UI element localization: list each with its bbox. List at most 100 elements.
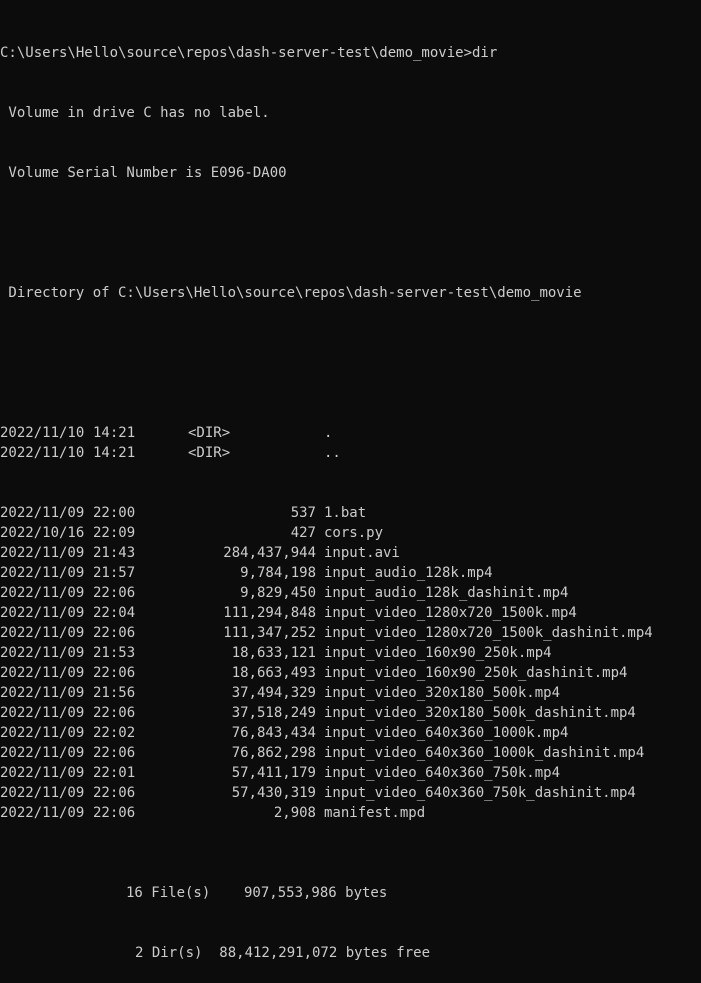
- entry-date: 2022/11/09: [0, 645, 85, 661]
- entry-date: 2022/11/09: [0, 685, 85, 701]
- entry-name: input_video_320x180_500k_dashinit.mp4: [324, 705, 636, 721]
- entry-date: 2022/11/09: [0, 785, 85, 801]
- entry-name: input_video_1280x720_1500k.mp4: [324, 605, 577, 621]
- entry-size: 111,347,252: [223, 625, 316, 641]
- entry-time: 14:21: [93, 445, 136, 461]
- entry-name: input_video_160x90_250k.mp4: [324, 645, 552, 661]
- entry-time: 21:43: [93, 545, 136, 561]
- entry-size: 427: [290, 525, 316, 541]
- entry-name: input_video_640x360_750k_dashinit.mp4: [324, 785, 636, 801]
- entry-time: 21:57: [93, 565, 136, 581]
- entry-time: 22:09: [93, 525, 136, 541]
- summary-dirs: 2 Dir(s) 88,412,291,072 bytes free: [135, 945, 431, 961]
- entry-date: 2022/11/09: [0, 505, 85, 521]
- entry-time: 22:01: [93, 765, 136, 781]
- entry-name: input_audio_128k.mp4: [324, 565, 493, 581]
- entry-time: 14:21: [93, 425, 136, 441]
- entry-size: 76,862,298: [231, 745, 316, 761]
- entry-dir-tag: <DIR>: [188, 445, 231, 461]
- summary-files: 16 File(s) 907,553,986 bytes: [126, 885, 388, 901]
- entry-name: input_audio_128k_dashinit.mp4: [324, 585, 569, 601]
- entry-name: cors.py: [324, 525, 384, 541]
- volume-label-line: Volume in drive C has no label.: [0, 105, 270, 121]
- entry-size: 37,494,329: [231, 685, 316, 701]
- entry-time: 22:06: [93, 625, 136, 641]
- entry-size: 537: [290, 505, 316, 521]
- file-entry-row: 2022/11/09 22:01 57,411,179 input_video_640…: [0, 763, 701, 783]
- entry-date: 2022/11/09: [0, 585, 85, 601]
- entry-date: 2022/10/16: [0, 525, 85, 541]
- entry-date: 2022/11/09: [0, 765, 85, 781]
- dir-entry-row: 2022/11/10 14:21 <DIR>..: [0, 443, 701, 463]
- entry-time: 22:06: [93, 705, 136, 721]
- entry-date: 2022/11/09: [0, 545, 85, 561]
- entry-size: 9,784,198: [240, 565, 316, 581]
- entry-name: ..: [324, 445, 341, 461]
- entry-size: 57,430,319: [231, 785, 316, 801]
- entry-size: 18,663,493: [231, 665, 316, 681]
- entry-size: 37,518,249: [231, 705, 316, 721]
- entry-time: 21:56: [93, 685, 136, 701]
- dir-entry-list: 2022/11/10 14:21 <DIR>. 2022/11/10 14:21 <DIR…: [0, 423, 701, 463]
- entry-date: 2022/11/10: [0, 425, 85, 441]
- entry-time: 22:06: [93, 585, 136, 601]
- file-entry-row: 2022/11/09 22:06 9,829,450 input_audio_128k…: [0, 583, 701, 603]
- command-prompt-line: C:\Users\Hello\source\repos\dash-server-…: [0, 45, 498, 61]
- entry-date: 2022/11/09: [0, 625, 85, 641]
- file-entry-row: 2022/11/09 21:56 37,494,329 input_video_320…: [0, 683, 701, 703]
- file-entry-row: 2022/11/09 22:06 111,347,252 input_video_12…: [0, 623, 701, 643]
- file-entry-row: 2022/11/09 21:57 9,784,198 input_audio_128k…: [0, 563, 701, 583]
- entry-name: .: [324, 425, 333, 441]
- entry-time: 22:06: [93, 745, 136, 761]
- entry-name: input_video_160x90_250k_dashinit.mp4: [324, 665, 628, 681]
- entry-size: 2,908: [273, 805, 316, 821]
- file-entry-row: 2022/11/09 22:06 18,663,493 input_video_160…: [0, 663, 701, 683]
- volume-serial-line: Volume Serial Number is E096-DA00: [0, 165, 287, 181]
- entry-date: 2022/11/09: [0, 605, 85, 621]
- entry-time: 22:06: [93, 665, 136, 681]
- entry-name: input.avi: [324, 545, 400, 561]
- entry-size: 9,829,450: [240, 585, 316, 601]
- entry-time: 22:06: [93, 785, 136, 801]
- entry-date: 2022/11/09: [0, 745, 85, 761]
- entry-name: 1.bat: [324, 505, 367, 521]
- console-output[interactable]: C:\Users\Hello\source\repos\dash-server-…: [0, 3, 701, 983]
- entry-name: input_video_640x360_750k.mp4: [324, 765, 561, 781]
- entry-name: manifest.mpd: [324, 805, 426, 821]
- entry-date: 2022/11/09: [0, 665, 85, 681]
- entry-size: 111,294,848: [223, 605, 316, 621]
- entry-date: 2022/11/09: [0, 725, 85, 741]
- dir-entry-row: 2022/11/10 14:21 <DIR>.: [0, 423, 701, 443]
- entry-time: 21:53: [93, 645, 136, 661]
- entry-date: 2022/11/09: [0, 705, 85, 721]
- summary-dirs-line: 2 Dir(s) 88,412,291,072 bytes free: [0, 943, 701, 963]
- entry-date: 2022/11/09: [0, 565, 85, 581]
- file-entry-row: 2022/11/09 22:02 76,843,434 input_video_640…: [0, 723, 701, 743]
- file-entry-row: 2022/11/09 21:53 18,633,121 input_video_160…: [0, 643, 701, 663]
- file-entry-row: 2022/11/09 22:06 76,862,298 input_video_640…: [0, 743, 701, 763]
- entry-size: 284,437,944: [223, 545, 316, 561]
- file-entry-row: 2022/11/09 22:06 37,518,249 input_video_320…: [0, 703, 701, 723]
- file-entry-row: 2022/11/09 22:06 57,430,319 input_video_640…: [0, 783, 701, 803]
- entry-name: input_video_320x180_500k.mp4: [324, 685, 561, 701]
- file-entry-list: 2022/11/09 22:00 537 1.bat 2022/10/16 22:09 42…: [0, 503, 701, 823]
- directory-of-line: Directory of C:\Users\Hello\source\repos…: [0, 285, 582, 301]
- entry-time: 22:04: [93, 605, 136, 621]
- entry-size: 76,843,434: [231, 725, 316, 741]
- entry-name: input_video_640x360_1000k.mp4: [324, 725, 569, 741]
- entry-size: 57,411,179: [231, 765, 316, 781]
- entry-time: 22:02: [93, 725, 136, 741]
- entry-name: input_video_1280x720_1500k_dashinit.mp4: [324, 625, 653, 641]
- file-entry-row: 2022/11/09 21:43 284,437,944 input.avi: [0, 543, 701, 563]
- file-entry-row: 2022/11/09 22:04 111,294,848 input_video_12…: [0, 603, 701, 623]
- entry-time: 22:00: [93, 505, 136, 521]
- entry-dir-tag: <DIR>: [188, 425, 231, 441]
- summary-files-line: 16 File(s) 907,553,986 bytes: [0, 883, 701, 903]
- file-entry-row: 2022/11/09 22:00 537 1.bat: [0, 503, 701, 523]
- file-entry-row: 2022/10/16 22:09 427 cors.py: [0, 523, 701, 543]
- entry-size: 18,633,121: [231, 645, 316, 661]
- entry-time: 22:06: [93, 805, 136, 821]
- entry-name: input_video_640x360_1000k_dashinit.mp4: [324, 745, 645, 761]
